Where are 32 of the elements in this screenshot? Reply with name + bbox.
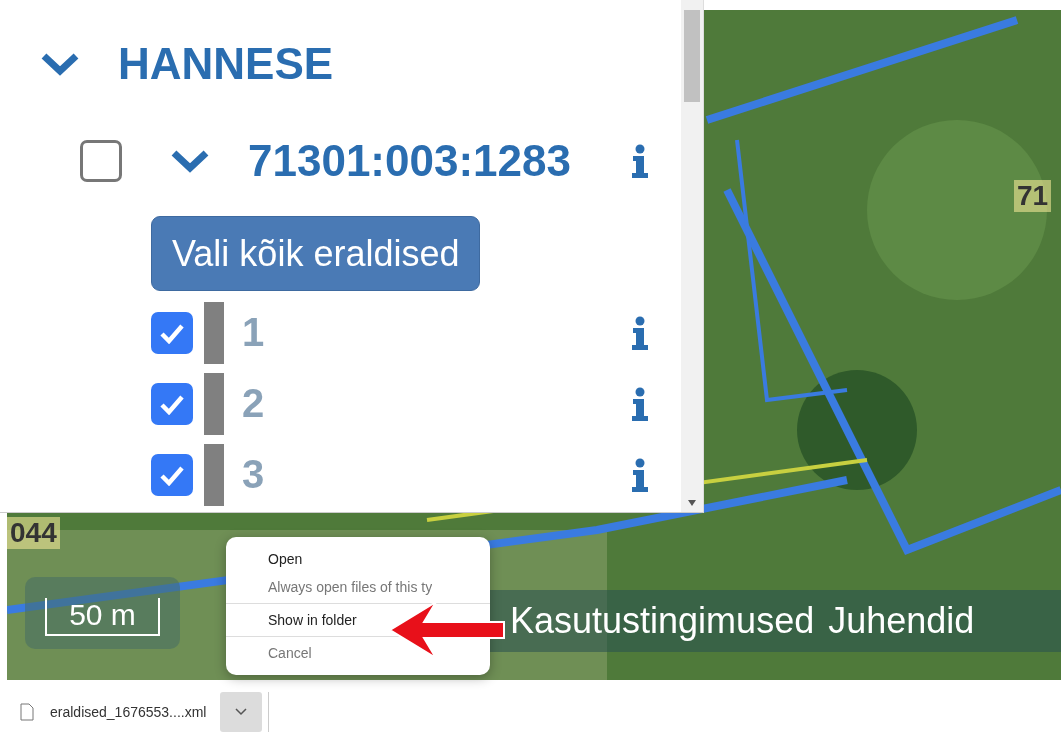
scale-bar: 50 m (25, 577, 180, 649)
chevron-icon[interactable] (40, 51, 80, 77)
footer-link[interactable]: Juhendid (828, 600, 975, 642)
info-icon[interactable] (631, 315, 649, 350)
color-bar (204, 301, 224, 364)
section-number: 3 (242, 452, 266, 497)
select-all-button[interactable]: Vali kõik eraldised (151, 216, 481, 291)
checkbox[interactable] (151, 311, 193, 354)
checkbox[interactable] (151, 453, 193, 496)
map-label: 71 (1014, 180, 1052, 212)
checkbox[interactable] (151, 382, 193, 425)
color-bar (204, 372, 224, 435)
file-icon (20, 703, 34, 721)
info-icon[interactable] (631, 457, 649, 492)
section-number: 1 (242, 310, 266, 355)
group-title: HANNESE (118, 39, 334, 89)
footer-link[interactable]: Kasutustingimused (510, 600, 815, 642)
menu-item[interactable]: Show in folder (268, 606, 357, 634)
scrollbar-thumb[interactable] (684, 10, 700, 102)
info-icon[interactable] (631, 144, 649, 178)
color-bar (204, 443, 224, 506)
menu-item[interactable]: Open (268, 545, 303, 573)
caret-icon (235, 708, 248, 716)
checkbox[interactable] (80, 140, 122, 182)
parcel-id: 71301:003:1283 (248, 136, 572, 186)
file-name: eraldised_1676553....xml (50, 704, 207, 720)
scroll-down-icon[interactable] (688, 500, 696, 506)
scrollbar[interactable] (681, 0, 703, 512)
section-number: 2 (242, 381, 266, 426)
chevron-icon[interactable] (170, 148, 210, 174)
map-label: 044 (7, 517, 60, 549)
info-icon[interactable] (631, 386, 649, 421)
